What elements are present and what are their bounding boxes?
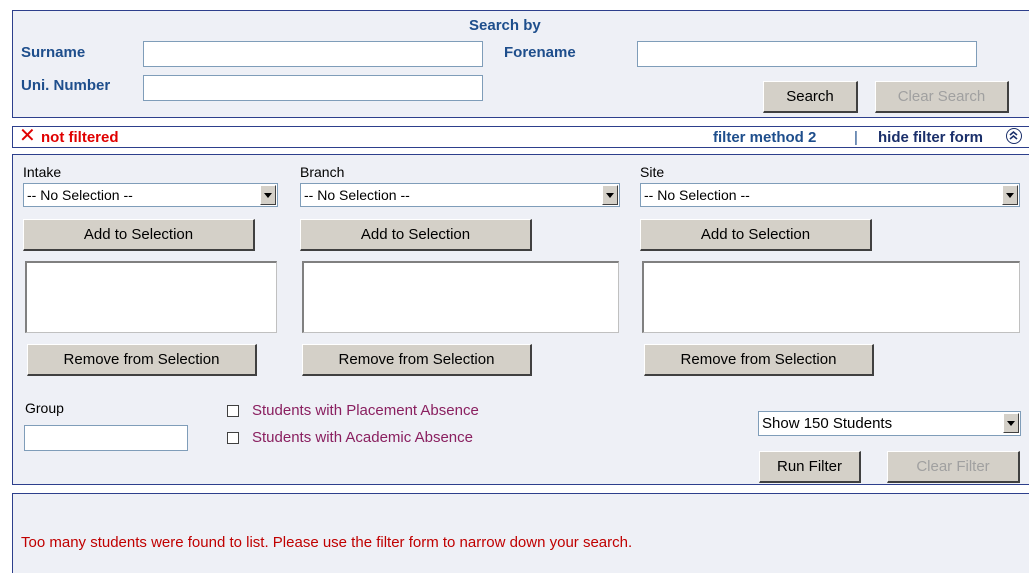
collapse-chevron-icon[interactable]	[1006, 128, 1022, 144]
branch-select-value: -- No Selection --	[304, 187, 410, 203]
search-button[interactable]: Search	[763, 81, 858, 113]
search-heading: Search by	[469, 17, 541, 34]
placement-absence-label[interactable]: Students with Placement Absence	[252, 402, 479, 419]
intake-select[interactable]: -- No Selection --	[23, 183, 278, 207]
uni-number-input[interactable]	[143, 75, 483, 101]
not-filtered-icon: ✕	[19, 125, 36, 147]
site-select[interactable]: -- No Selection --	[640, 183, 1020, 207]
intake-selection-list[interactable]	[25, 261, 277, 333]
too-many-students-message: Too many students were found to list. Pl…	[21, 534, 633, 551]
site-add-button[interactable]: Add to Selection	[640, 219, 872, 251]
surname-input[interactable]	[143, 41, 483, 67]
dropdown-arrow-icon	[1002, 185, 1018, 205]
results-panel: Too many students were found to list. Pl…	[12, 493, 1029, 573]
branch-selection-list[interactable]	[302, 261, 619, 333]
site-selection-list[interactable]	[642, 261, 1020, 333]
site-select-value: -- No Selection --	[644, 187, 750, 203]
dropdown-arrow-icon	[602, 185, 618, 205]
filter-form-panel: Intake -- No Selection -- Add to Selecti…	[12, 154, 1029, 485]
filter-method-link[interactable]: filter method 2	[713, 129, 816, 146]
dropdown-arrow-icon	[1003, 413, 1019, 433]
clear-filter-button[interactable]: Clear Filter	[887, 451, 1020, 483]
show-count-value: Show 150 Students	[762, 415, 893, 432]
branch-add-button[interactable]: Add to Selection	[300, 219, 532, 251]
forename-label: Forename	[504, 44, 576, 61]
uni-number-label: Uni. Number	[21, 77, 111, 94]
surname-label: Surname	[21, 44, 86, 61]
forename-input[interactable]	[637, 41, 977, 67]
filter-status-bar: ✕ not filtered filter method 2 | hide fi…	[12, 125, 1029, 148]
academic-absence-label[interactable]: Students with Academic Absence	[252, 429, 473, 446]
search-panel: Search by Surname Forename Uni. Number S…	[12, 10, 1029, 118]
site-remove-button[interactable]: Remove from Selection	[644, 344, 874, 376]
intake-select-value: -- No Selection --	[27, 187, 133, 203]
intake-add-button[interactable]: Add to Selection	[23, 219, 255, 251]
group-input[interactable]	[24, 425, 188, 451]
branch-remove-button[interactable]: Remove from Selection	[302, 344, 532, 376]
run-filter-button[interactable]: Run Filter	[759, 451, 861, 483]
show-count-select[interactable]: Show 150 Students	[758, 411, 1021, 436]
academic-absence-checkbox[interactable]	[227, 432, 239, 444]
intake-label: Intake	[23, 164, 62, 180]
placement-absence-checkbox[interactable]	[227, 405, 239, 417]
branch-select[interactable]: -- No Selection --	[300, 183, 620, 207]
dropdown-arrow-icon	[260, 185, 276, 205]
site-label: Site	[640, 164, 665, 180]
hide-filter-form-link[interactable]: hide filter form	[878, 129, 983, 146]
intake-remove-button[interactable]: Remove from Selection	[27, 344, 257, 376]
filter-status-text: not filtered	[41, 129, 119, 146]
clear-search-button[interactable]: Clear Search	[875, 81, 1009, 113]
filter-bar-separator: |	[854, 129, 858, 146]
group-label: Group	[25, 400, 64, 416]
branch-label: Branch	[300, 164, 345, 180]
